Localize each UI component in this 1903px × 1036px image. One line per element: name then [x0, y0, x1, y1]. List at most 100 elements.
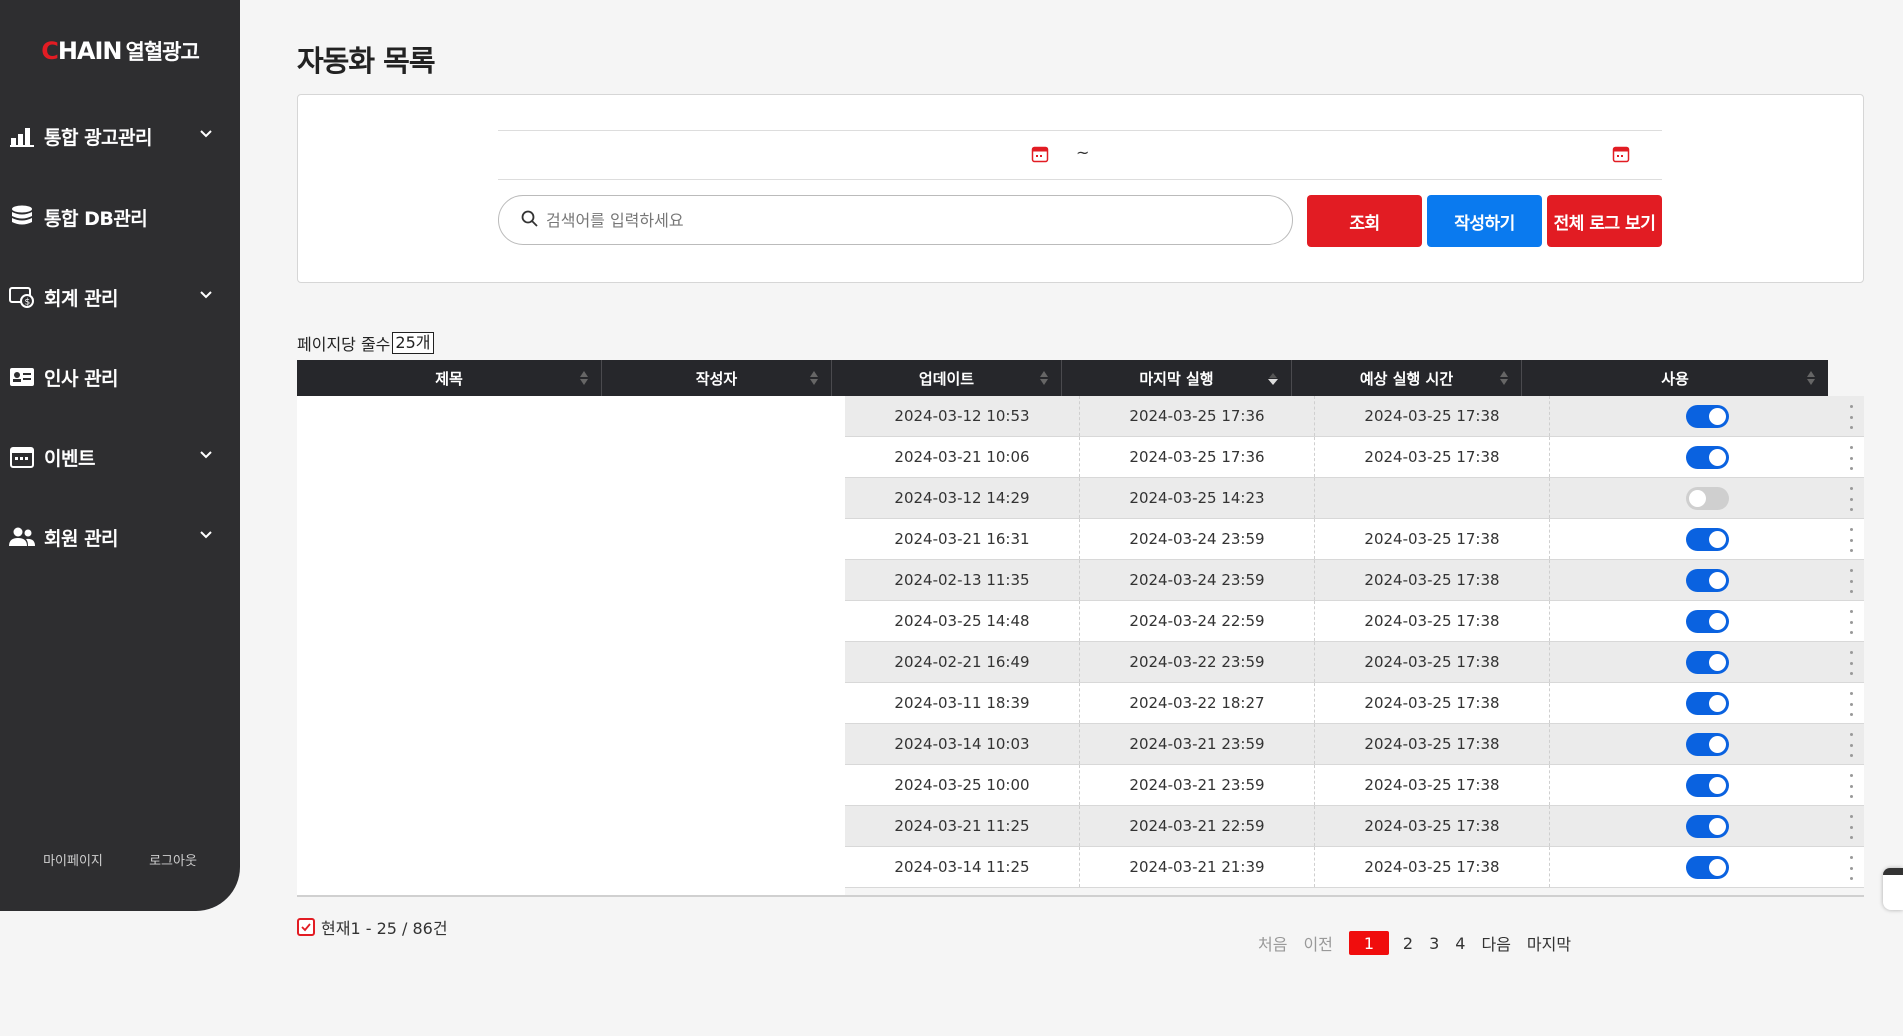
cell-updated: 2024-02-13 11:35 [845, 560, 1080, 600]
sidebar-item-members[interactable]: 회원 관리 [0, 517, 240, 557]
cell-enabled [1550, 724, 1864, 764]
more-options-icon[interactable] [1848, 733, 1854, 757]
column-header-next-run[interactable]: 예상 실행 시간 [1292, 360, 1522, 396]
enable-toggle[interactable] [1685, 773, 1729, 797]
more-options-icon[interactable] [1848, 856, 1854, 880]
column-header-last-run[interactable]: 마지막 실행 [1062, 360, 1292, 396]
more-options-icon[interactable] [1848, 569, 1854, 593]
table-row[interactable]: 2024-03-11 18:39 2024-03-22 18:27 2024-03-… [845, 683, 1864, 724]
page-title: 자동화 목록 [297, 44, 435, 78]
chevron-down-icon[interactable] [198, 527, 214, 547]
column-header-enabled[interactable]: 사용 [1522, 360, 1828, 396]
more-options-icon[interactable] [1848, 405, 1854, 429]
toggle-knob [1708, 448, 1726, 466]
enable-toggle[interactable] [1685, 814, 1729, 838]
calendar-icon[interactable] [1612, 145, 1630, 163]
toggle-knob [1708, 653, 1726, 671]
enable-toggle[interactable] [1685, 404, 1729, 428]
more-options-icon[interactable] [1848, 610, 1854, 634]
page-number[interactable]: 2 [1403, 934, 1413, 953]
column-header-title[interactable]: 제목 [297, 360, 602, 396]
cell-updated: 2024-03-21 16:31 [845, 519, 1080, 559]
more-options-icon[interactable] [1848, 815, 1854, 839]
cell-enabled [1550, 437, 1864, 477]
enable-toggle[interactable] [1685, 691, 1729, 715]
database-icon [8, 203, 36, 231]
brand-logo[interactable]: CHAIN 열혈광고 [0, 36, 240, 66]
cell-last-run: 2024-03-25 14:23 [1080, 478, 1315, 518]
sidebar-item-accounting[interactable]: $ 회계 관리 [0, 277, 240, 317]
enable-toggle[interactable] [1685, 609, 1729, 633]
enable-toggle[interactable] [1685, 568, 1729, 592]
more-options-icon[interactable] [1848, 651, 1854, 675]
create-button[interactable]: 작성하기 [1427, 195, 1542, 247]
cell-updated: 2024-03-25 10:00 [845, 765, 1080, 805]
sidebar-item-label: 인사 관리 [44, 367, 119, 390]
search-button[interactable]: 조회 [1307, 195, 1422, 247]
chevron-down-icon[interactable] [198, 126, 214, 146]
bar-chart-icon [8, 122, 36, 150]
enable-toggle[interactable] [1685, 527, 1729, 551]
table-row[interactable]: 2024-03-14 10:03 2024-03-21 23:59 2024-03-… [845, 724, 1864, 765]
toggle-knob [1708, 694, 1726, 712]
table-row[interactable]: 2024-03-21 11:25 2024-03-21 22:59 2024-03-… [845, 806, 1864, 847]
sidebar-item-label: 통합 DB관리 [44, 207, 148, 230]
toggle-knob [1708, 571, 1726, 589]
enable-toggle[interactable] [1685, 486, 1729, 510]
cell-updated: 2024-03-21 11:25 [845, 806, 1080, 846]
calendar-icon[interactable] [1031, 145, 1049, 163]
more-options-icon[interactable] [1848, 487, 1854, 511]
chevron-down-icon[interactable] [198, 287, 214, 307]
table-row[interactable]: 2024-02-13 11:35 2024-03-24 23:59 2024-03-… [845, 560, 1864, 601]
table-row[interactable]: 2024-03-12 14:29 2024-03-25 14:23 [845, 478, 1864, 519]
enable-toggle[interactable] [1685, 445, 1729, 469]
sort-icon [809, 370, 819, 390]
cell-last-run: 2024-03-25 17:36 [1080, 437, 1315, 477]
column-header-author[interactable]: 작성자 [602, 360, 832, 396]
per-page-label: 페이지당 줄수 [297, 335, 391, 354]
table-row[interactable]: 2024-03-25 10:00 2024-03-21 23:59 2024-03-… [845, 765, 1864, 806]
enable-toggle[interactable] [1685, 732, 1729, 756]
column-header-updated[interactable]: 업데이트 [832, 360, 1062, 396]
sidebar-item-hr[interactable]: 인사 관리 [0, 357, 240, 397]
more-options-icon[interactable] [1848, 446, 1854, 470]
table-row[interactable]: 2024-03-25 14:48 2024-03-24 22:59 2024-03-… [845, 601, 1864, 642]
mypage-link[interactable]: 마이페이지 [43, 850, 103, 869]
page-number[interactable]: 3 [1429, 934, 1439, 953]
more-options-icon[interactable] [1848, 774, 1854, 798]
cell-last-run: 2024-03-24 23:59 [1080, 519, 1315, 559]
enable-toggle[interactable] [1685, 855, 1729, 879]
sidebar-item-ad-management[interactable]: 통합 광고관리 [0, 116, 240, 156]
cell-next-run: 2024-03-25 17:38 [1315, 765, 1550, 805]
table-row[interactable]: 2024-03-14 11:25 2024-03-21 21:39 2024-03-… [845, 847, 1864, 888]
sidebar-item-event[interactable]: 이벤트 [0, 437, 240, 477]
sort-icon [1039, 370, 1049, 390]
table-row[interactable]: 2024-03-21 10:06 2024-03-25 17:36 2024-03-… [845, 437, 1864, 478]
page-first[interactable]: 처음 [1258, 931, 1287, 955]
more-options-icon[interactable] [1848, 692, 1854, 716]
cell-enabled [1550, 765, 1864, 805]
more-options-icon[interactable] [1848, 528, 1854, 552]
table-body: 2024-03-12 10:53 2024-03-25 17:36 2024-03-… [297, 396, 1864, 896]
enable-toggle[interactable] [1685, 650, 1729, 674]
table-row[interactable]: 2024-03-12 10:53 2024-03-25 17:36 2024-03-… [845, 396, 1864, 437]
sidebar-item-db-management[interactable]: 통합 DB관리 [0, 197, 240, 237]
page-prev[interactable]: 이전 [1303, 931, 1332, 955]
chevron-down-icon[interactable] [198, 447, 214, 467]
per-page-select[interactable]: 25개 [392, 332, 434, 354]
floating-widget[interactable] [1883, 868, 1903, 910]
table-row[interactable]: 2024-03-21 16:31 2024-03-24 23:59 2024-03-… [845, 519, 1864, 560]
logout-link[interactable]: 로그아웃 [149, 850, 197, 869]
page-next[interactable]: 다음 [1481, 931, 1510, 955]
all-logs-button[interactable]: 전체 로그 보기 [1547, 195, 1662, 247]
checkbox[interactable] [297, 918, 315, 936]
cell-updated: 2024-02-21 16:49 [845, 642, 1080, 682]
page-number-current[interactable]: 1 [1348, 931, 1389, 955]
logo-letter-c: C [41, 37, 59, 65]
cell-enabled [1550, 519, 1864, 559]
page-last[interactable]: 마지막 [1527, 931, 1571, 955]
search-input[interactable] [546, 210, 1246, 230]
table-row[interactable]: 2024-02-21 16:49 2024-03-22 23:59 2024-03-… [845, 642, 1864, 683]
page-number[interactable]: 4 [1455, 934, 1465, 953]
cell-updated: 2024-03-14 11:25 [845, 847, 1080, 887]
